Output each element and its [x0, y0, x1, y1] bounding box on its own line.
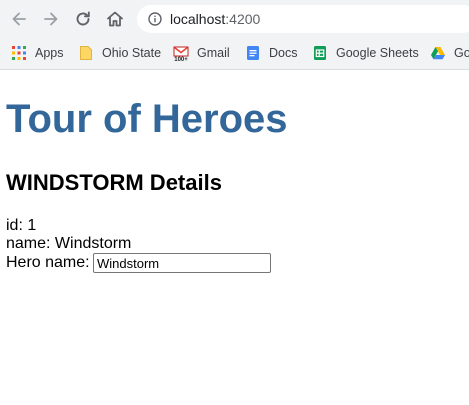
bookmark-ohio-state[interactable]: Ohio State — [78, 43, 161, 63]
bookmark-label: Ohio State — [102, 46, 162, 60]
bookmark-label: Docs — [269, 46, 298, 60]
bookmarks-bar: Apps Ohio State 100+ Gmail Docs Google S… — [0, 38, 469, 70]
url-host: localhost — [170, 11, 226, 27]
apps-grid-icon — [11, 45, 27, 61]
hero-name-input-label: Hero name: — [6, 254, 90, 271]
hero-name-value: Windstorm — [54, 235, 132, 252]
bookmark-docs[interactable]: Docs — [245, 43, 297, 63]
hero-name-label: name: — [6, 235, 55, 252]
bookmark-gmail[interactable]: 100+ Gmail — [173, 43, 230, 63]
bookmark-apps[interactable]: Apps — [11, 43, 64, 63]
url-port: :4200 — [225, 11, 261, 27]
url-text[interactable]: localhost:4200 — [170, 10, 260, 28]
hero-details-heading: WINDSTORM Details — [6, 170, 222, 195]
drive-icon — [430, 45, 446, 61]
sheets-icon — [312, 45, 328, 61]
hero-name-input[interactable] — [93, 253, 271, 273]
home-button[interactable] — [105, 9, 125, 29]
hero-id-line: id: 1 — [6, 217, 36, 235]
bookmark-label: Apps — [35, 46, 64, 60]
bookmark-label: Gmail — [197, 46, 230, 60]
home-icon — [107, 11, 123, 27]
back-arrow-icon — [12, 12, 26, 26]
app-title: Tour of Heroes — [6, 97, 288, 141]
forward-arrow-icon — [44, 12, 58, 26]
reload-icon — [76, 11, 90, 26]
info-icon[interactable] — [148, 12, 162, 26]
forward-button[interactable] — [41, 9, 61, 29]
bookmark-drive[interactable]: Go — [430, 43, 469, 63]
docs-icon — [245, 45, 261, 61]
back-button[interactable] — [9, 9, 29, 29]
svg-text:100+: 100+ — [174, 57, 188, 61]
address-bar[interactable]: localhost:4200 — [137, 5, 469, 33]
page-content: Tour of Heroes WINDSTORM Details id: 1 n… — [0, 70, 469, 405]
gmail-icon: 100+ — [173, 45, 189, 61]
hero-id-value: 1 — [27, 217, 37, 234]
bookmark-label: Go — [454, 46, 469, 60]
browser-toolbar: localhost:4200 — [0, 0, 469, 38]
bookmark-google-sheets[interactable]: Google Sheets — [312, 43, 419, 63]
hero-name-line: name: Windstorm — [6, 235, 131, 253]
reload-button[interactable] — [73, 9, 93, 29]
bookmark-label: Google Sheets — [336, 46, 419, 60]
folder-icon — [78, 45, 94, 61]
hero-id-label: id: — [6, 217, 28, 234]
